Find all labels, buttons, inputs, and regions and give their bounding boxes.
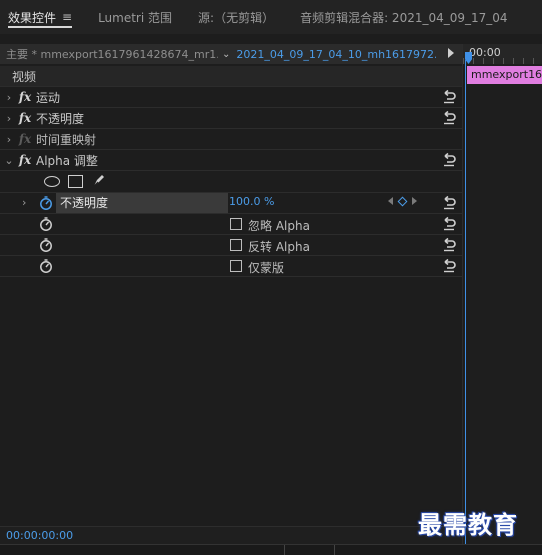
tab-lumetri-scopes-label: Lumetri 范围 bbox=[98, 10, 173, 25]
effect-name: Alpha 调整 bbox=[36, 153, 98, 168]
clip-bar[interactable]: mmexport1617 bbox=[467, 66, 542, 84]
hamburger-icon[interactable]: ≡ bbox=[62, 10, 72, 24]
timeline-ruler[interactable]: 00:00 bbox=[463, 44, 542, 64]
sequence-name-link[interactable]: 2021_04_09_17_04_10_mh1617972... bbox=[236, 48, 436, 61]
tab-audio-clip-mixer[interactable]: 音频剪辑混合器: 2021_04_09_17_04 bbox=[292, 0, 515, 34]
fx-toggle-icon: fx bbox=[18, 132, 32, 146]
current-timecode[interactable]: 00:00:00:00 bbox=[6, 529, 73, 542]
tab-audio-clip-mixer-label: 音频剪辑混合器: 2021_04_09_17_04 bbox=[300, 10, 508, 25]
rectangle-mask-icon[interactable] bbox=[68, 175, 83, 188]
play-arrow-icon[interactable] bbox=[448, 48, 454, 58]
stopwatch-icon[interactable] bbox=[39, 237, 55, 253]
mini-timeline[interactable]: 00:00 mmexport1617 bbox=[462, 44, 542, 544]
effect-row-alpha-adjust[interactable]: ⌄ fx Alpha 调整 bbox=[0, 150, 462, 171]
reset-icon[interactable] bbox=[442, 152, 456, 168]
stopwatch-icon[interactable] bbox=[39, 195, 55, 211]
previous-keyframe-icon[interactable] bbox=[388, 197, 393, 205]
video-section-header: 视频 bbox=[0, 66, 462, 87]
ellipse-mask-icon[interactable] bbox=[44, 176, 60, 187]
master-clip-label[interactable]: 主要 * mmexport1617961428674_mr1... bbox=[0, 46, 218, 62]
tab-source-label: 源:（无剪辑） bbox=[198, 10, 275, 25]
effect-name: 不透明度 bbox=[36, 111, 85, 126]
video-section-title: 视频 bbox=[12, 69, 37, 84]
reset-icon[interactable] bbox=[442, 237, 456, 253]
reset-icon[interactable] bbox=[442, 195, 456, 211]
effects-list: 视频 › fx 运动 › fx 不透明度 › fx 时间重映射 ⌄ fx Alp… bbox=[0, 66, 462, 277]
effect-row-time-remap[interactable]: › fx 时间重映射 bbox=[0, 129, 462, 150]
tab-source[interactable]: 源:（无剪辑） bbox=[190, 0, 282, 34]
sequence-header: 主要 * mmexport1617961428674_mr1... ⌄ 2021… bbox=[0, 44, 462, 64]
mask-only-label: 仅蒙版 bbox=[248, 261, 285, 275]
reset-icon[interactable] bbox=[442, 216, 456, 232]
reset-icon[interactable] bbox=[442, 110, 456, 126]
opacity-property-row[interactable]: › 不透明度 100.0 % bbox=[0, 193, 462, 214]
tab-effect-controls-label: 效果控件 bbox=[8, 10, 57, 25]
invert-alpha-checkbox[interactable] bbox=[230, 239, 242, 251]
panel-footer: 00:00:00:00 bbox=[0, 526, 462, 544]
reset-icon[interactable] bbox=[442, 258, 456, 274]
reset-icon[interactable] bbox=[442, 89, 456, 105]
effect-name: 运动 bbox=[36, 90, 61, 105]
tab-lumetri-scopes[interactable]: Lumetri 范围 bbox=[90, 0, 180, 34]
effect-row-motion[interactable]: › fx 运动 bbox=[0, 87, 462, 108]
opacity-value[interactable]: 100.0 % bbox=[229, 195, 274, 208]
mask-only-checkbox[interactable] bbox=[230, 260, 242, 272]
next-keyframe-icon[interactable] bbox=[412, 197, 417, 205]
chevron-right-icon[interactable]: › bbox=[0, 133, 14, 146]
stopwatch-icon[interactable] bbox=[39, 216, 55, 232]
ruler-ticks bbox=[463, 58, 542, 64]
mask-only-row[interactable]: 仅蒙版 bbox=[0, 256, 462, 277]
pen-mask-icon[interactable] bbox=[91, 172, 107, 191]
invert-alpha-row[interactable]: 反转 Alpha bbox=[0, 235, 462, 256]
chevron-right-icon[interactable]: › bbox=[0, 91, 14, 104]
ignore-alpha-checkbox[interactable] bbox=[230, 218, 242, 230]
playhead-line bbox=[465, 60, 466, 544]
keyframe-navigator bbox=[388, 196, 417, 206]
effect-row-opacity[interactable]: › fx 不透明度 bbox=[0, 108, 462, 129]
effect-name: 时间重映射 bbox=[36, 132, 97, 147]
chevron-right-icon[interactable]: › bbox=[0, 112, 14, 125]
mask-tools bbox=[0, 171, 462, 193]
panel-divider bbox=[284, 545, 285, 555]
tab-effect-controls[interactable]: 效果控件 ≡ bbox=[0, 0, 80, 34]
fx-toggle-icon[interactable]: fx bbox=[14, 111, 36, 125]
panel-tab-bar: 效果控件 ≡ Lumetri 范围 源:（无剪辑） 音频剪辑混合器: 2021_… bbox=[0, 0, 542, 34]
panel-divider bbox=[334, 545, 335, 555]
chevron-down-icon[interactable]: ⌄ bbox=[218, 49, 236, 60]
ignore-alpha-label: 忽略 Alpha bbox=[248, 219, 310, 233]
opacity-property-name[interactable]: 不透明度 bbox=[56, 193, 228, 213]
chevron-right-icon[interactable]: › bbox=[22, 196, 26, 209]
stopwatch-icon[interactable] bbox=[39, 258, 55, 274]
ignore-alpha-row[interactable]: 忽略 Alpha bbox=[0, 214, 462, 235]
fx-toggle-icon[interactable]: fx bbox=[14, 153, 36, 167]
invert-alpha-label: 反转 Alpha bbox=[248, 240, 310, 254]
chevron-down-icon[interactable]: ⌄ bbox=[0, 154, 14, 167]
fx-toggle-icon[interactable]: fx bbox=[14, 90, 36, 104]
add-keyframe-icon[interactable] bbox=[397, 196, 408, 206]
watermark-logo: 最需教育 bbox=[418, 510, 518, 539]
bottom-panel-edge bbox=[0, 544, 542, 555]
